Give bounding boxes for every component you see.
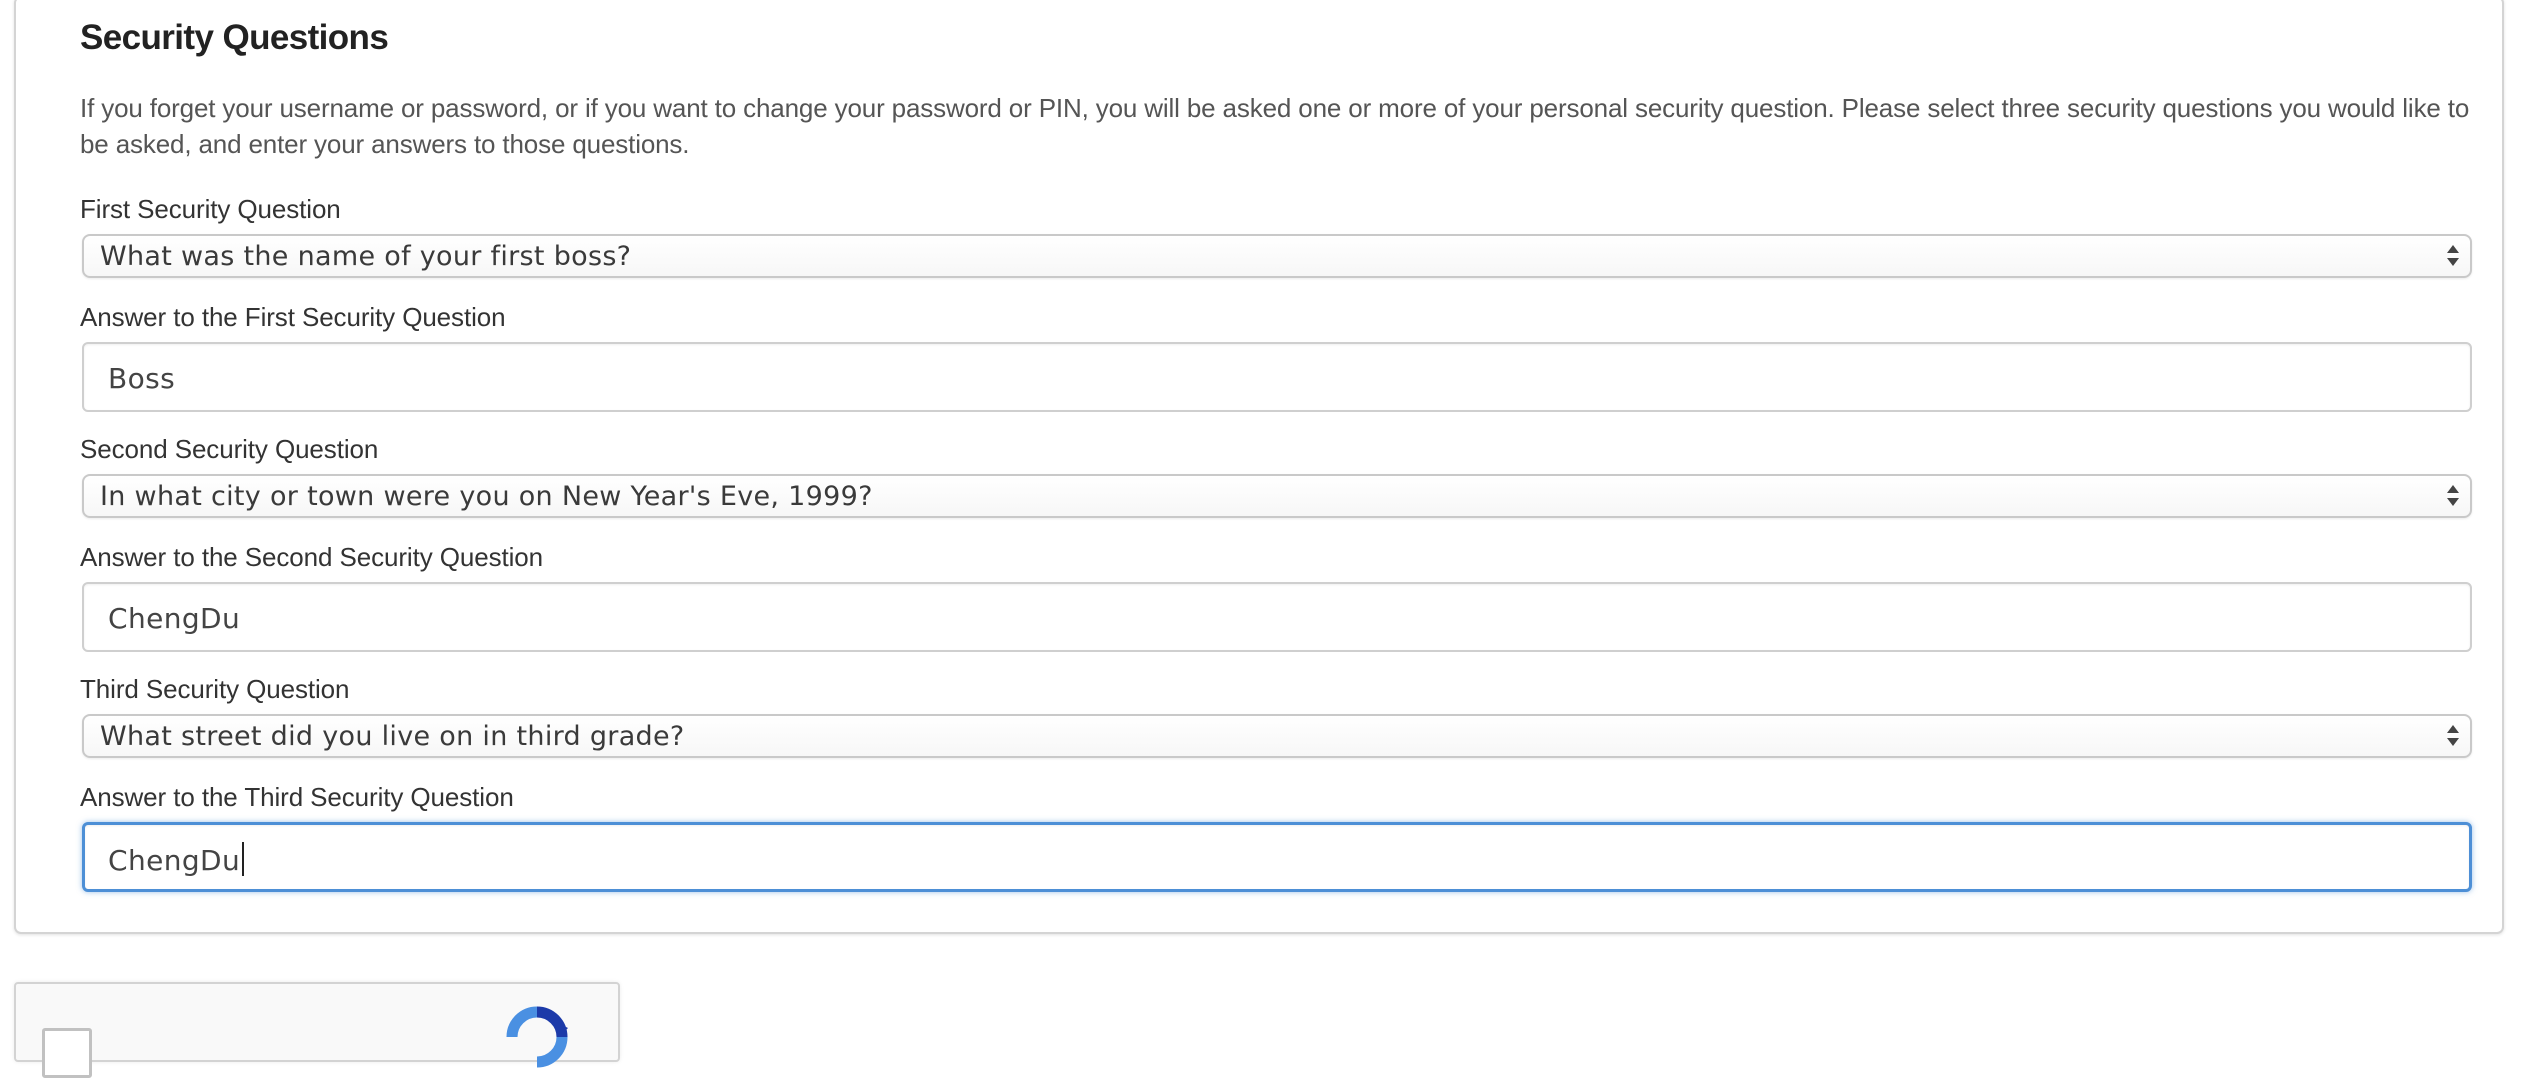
updown-arrows-icon (2446, 723, 2460, 749)
third-question-label: Third Security Question (80, 674, 350, 704)
first-question-label: First Security Question (80, 194, 341, 224)
first-question-selected-value: What was the name of your first boss? (100, 241, 632, 272)
section-title: Security Questions (80, 18, 389, 57)
first-answer-label: Answer to the First Security Question (80, 302, 506, 332)
updown-arrows-icon (2446, 243, 2460, 269)
second-question-select[interactable]: In what city or town were you on New Yea… (82, 474, 2472, 518)
third-answer-value: ChengDu (108, 842, 245, 877)
second-answer-value: ChengDu (108, 602, 241, 635)
third-answer-label: Answer to the Third Security Question (80, 782, 514, 812)
security-questions-panel: Security Questions If you forget your us… (14, 0, 2504, 934)
recaptcha-widget (14, 982, 620, 1078)
third-question-select[interactable]: What street did you live on in third gra… (82, 714, 2472, 758)
third-question-selected-value: What street did you live on in third gra… (100, 721, 685, 752)
second-answer-label: Answer to the Second Security Question (80, 542, 544, 572)
first-answer-input[interactable]: Boss (82, 342, 2472, 412)
text-caret (242, 842, 245, 876)
second-question-label: Second Security Question (80, 434, 379, 464)
first-question-select[interactable]: What was the name of your first boss? (82, 234, 2472, 278)
third-answer-input[interactable]: ChengDu (82, 822, 2472, 892)
updown-arrows-icon (2446, 483, 2460, 509)
second-answer-input[interactable]: ChengDu (82, 582, 2472, 652)
third-answer-text: ChengDu (108, 844, 241, 877)
recaptcha-icon (504, 1004, 570, 1070)
second-question-selected-value: In what city or town were you on New Yea… (100, 481, 873, 512)
section-description: If you forget your username or password,… (80, 93, 2470, 159)
first-answer-value: Boss (108, 362, 176, 395)
